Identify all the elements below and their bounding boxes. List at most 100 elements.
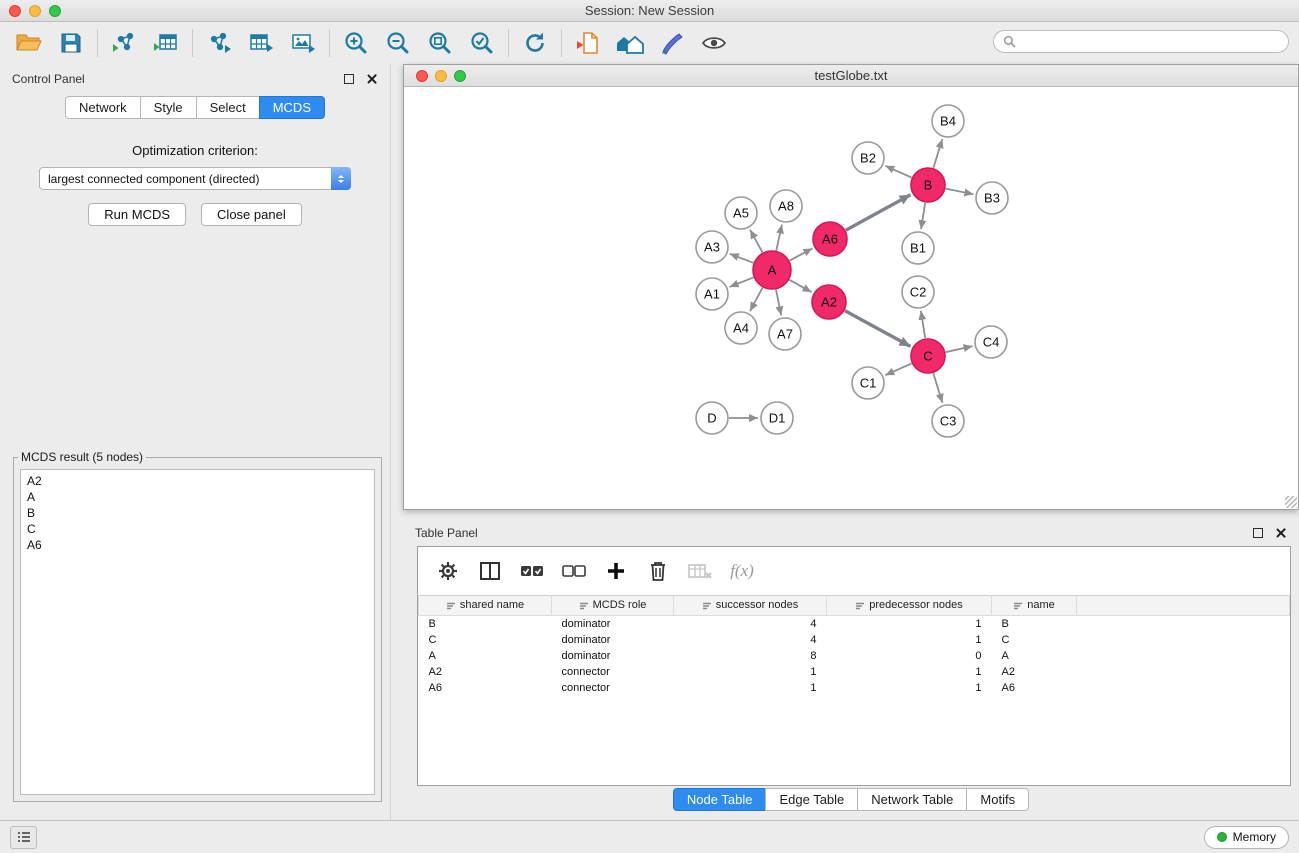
apply-layout-button[interactable]	[514, 25, 556, 61]
tab-select[interactable]: Select	[196, 96, 260, 119]
result-item[interactable]: B	[27, 505, 368, 521]
edge-C-C2[interactable]	[921, 311, 925, 338]
column-header-mcds-role[interactable]: MCDS role	[552, 596, 674, 616]
table-row[interactable]: Cdominator41C	[419, 632, 1290, 648]
show-columns-button[interactable]	[472, 554, 508, 588]
tab-node-table[interactable]: Node Table	[673, 788, 767, 811]
close-panel-button[interactable]: Close panel	[201, 203, 302, 226]
edge-A2-C[interactable]	[845, 311, 911, 347]
edge-C-C3[interactable]	[933, 373, 942, 403]
column-header-predecessor-nodes[interactable]: predecessor nodes	[827, 596, 992, 616]
save-session-button[interactable]	[50, 25, 92, 61]
node-A5[interactable]: A5	[725, 197, 757, 229]
edge-B-B3[interactable]	[946, 189, 974, 195]
export-network-button[interactable]	[198, 25, 240, 61]
close-panel-icon[interactable]	[366, 73, 378, 85]
tab-edge-table[interactable]: Edge Table	[765, 788, 858, 811]
close-table-panel-icon[interactable]	[1275, 527, 1287, 539]
task-history-button[interactable]	[10, 826, 37, 849]
open-recent-file-button[interactable]	[567, 25, 609, 61]
edge-A-A3[interactable]	[730, 254, 754, 263]
edge-A-A6[interactable]	[790, 248, 813, 260]
resize-grip[interactable]	[1285, 496, 1297, 508]
zoom-in-button[interactable]	[335, 25, 377, 61]
table-row[interactable]: A6connector11A6	[419, 680, 1290, 696]
export-image-button[interactable]	[282, 25, 324, 61]
node-A1[interactable]: A1	[696, 278, 728, 310]
node-B[interactable]: B	[911, 168, 945, 202]
float-table-panel-icon[interactable]	[1253, 528, 1263, 538]
network-close-icon[interactable]	[416, 70, 428, 82]
float-panel-icon[interactable]	[344, 74, 354, 84]
tab-motifs[interactable]: Motifs	[966, 788, 1029, 811]
network-canvas-svg[interactable]: B4B2BB3A8A5A6A3B1AC2A1A2A4A7C4CC1DD1C3	[404, 87, 1298, 509]
node-A7[interactable]: A7	[769, 318, 801, 350]
edge-A-A2[interactable]	[789, 280, 811, 292]
function-builder-button[interactable]: f(x)	[724, 554, 760, 588]
tab-network-table[interactable]: Network Table	[857, 788, 967, 811]
node-C1[interactable]: C1	[852, 367, 884, 399]
export-table-button[interactable]	[240, 25, 282, 61]
table-row[interactable]: Bdominator41B	[419, 616, 1290, 632]
result-item[interactable]: C	[27, 521, 368, 537]
memory-button[interactable]: Memory	[1204, 826, 1289, 849]
open-session-button[interactable]	[8, 25, 50, 61]
criterion-dropdown[interactable]: largest connected component (directed)	[39, 167, 351, 190]
node-B4[interactable]: B4	[932, 105, 964, 137]
minimize-window-icon[interactable]	[29, 5, 41, 17]
select-all-button[interactable]	[514, 554, 550, 588]
show-hide-details-button[interactable]	[693, 25, 735, 61]
column-header-successor-nodes[interactable]: successor nodes	[674, 596, 827, 616]
tab-network[interactable]: Network	[65, 96, 141, 119]
edge-A-A1[interactable]	[730, 277, 754, 287]
network-overview-button[interactable]	[609, 25, 651, 61]
result-item[interactable]: A	[27, 489, 368, 505]
node-B1[interactable]: B1	[902, 232, 934, 264]
network-zoom-icon[interactable]	[454, 70, 466, 82]
node-B3[interactable]: B3	[976, 182, 1008, 214]
node-D[interactable]: D	[696, 402, 728, 434]
node-A2[interactable]: A2	[812, 285, 846, 319]
table-row[interactable]: A2connector11A2	[419, 664, 1290, 680]
node-B2[interactable]: B2	[852, 142, 884, 174]
node-C2[interactable]: C2	[902, 276, 934, 308]
tab-mcds[interactable]: MCDS	[259, 96, 325, 119]
network-canvas[interactable]: B4B2BB3A8A5A6A3B1AC2A1A2A4A7C4CC1DD1C3	[404, 87, 1298, 509]
node-C[interactable]: C	[911, 339, 945, 373]
edge-A-A7[interactable]	[776, 290, 781, 316]
column-header-shared-name[interactable]: shared name	[419, 596, 552, 616]
edge-A-A4[interactable]	[750, 288, 763, 312]
table-settings-button[interactable]	[430, 554, 466, 588]
edge-B-B4[interactable]	[933, 139, 942, 168]
network-minimize-icon[interactable]	[435, 70, 447, 82]
column-header-name[interactable]: name	[992, 596, 1077, 616]
close-window-icon[interactable]	[9, 5, 21, 17]
edge-C-C4[interactable]	[946, 346, 973, 352]
result-item[interactable]: A2	[27, 473, 368, 489]
node-C4[interactable]: C4	[975, 326, 1007, 358]
node-A4[interactable]: A4	[725, 312, 757, 344]
tab-style[interactable]: Style	[140, 96, 197, 119]
run-mcds-button[interactable]: Run MCDS	[88, 203, 186, 226]
edge-C-C1[interactable]	[885, 363, 911, 375]
zoom-out-button[interactable]	[377, 25, 419, 61]
delete-column-button[interactable]	[640, 554, 676, 588]
edge-B-B2[interactable]	[885, 166, 911, 178]
edge-A-A8[interactable]	[776, 225, 782, 251]
edge-A-A5[interactable]	[750, 230, 762, 253]
zoom-selected-button[interactable]	[461, 25, 503, 61]
mcds-result-list[interactable]: A2ABCA6	[20, 469, 375, 795]
style-brush-button[interactable]	[651, 25, 693, 61]
node-A6[interactable]: A6	[813, 222, 847, 256]
result-item[interactable]: A6	[27, 537, 368, 553]
search-input[interactable]	[1021, 35, 1279, 49]
deselect-all-button[interactable]	[556, 554, 592, 588]
node-A3[interactable]: A3	[696, 231, 728, 263]
table-row[interactable]: Adominator80A	[419, 648, 1290, 664]
zoom-window-icon[interactable]	[49, 5, 61, 17]
node-A8[interactable]: A8	[770, 190, 802, 222]
node-D1[interactable]: D1	[761, 402, 793, 434]
import-network-button[interactable]	[103, 25, 145, 61]
add-column-button[interactable]	[598, 554, 634, 588]
node-A[interactable]: A	[753, 251, 791, 289]
